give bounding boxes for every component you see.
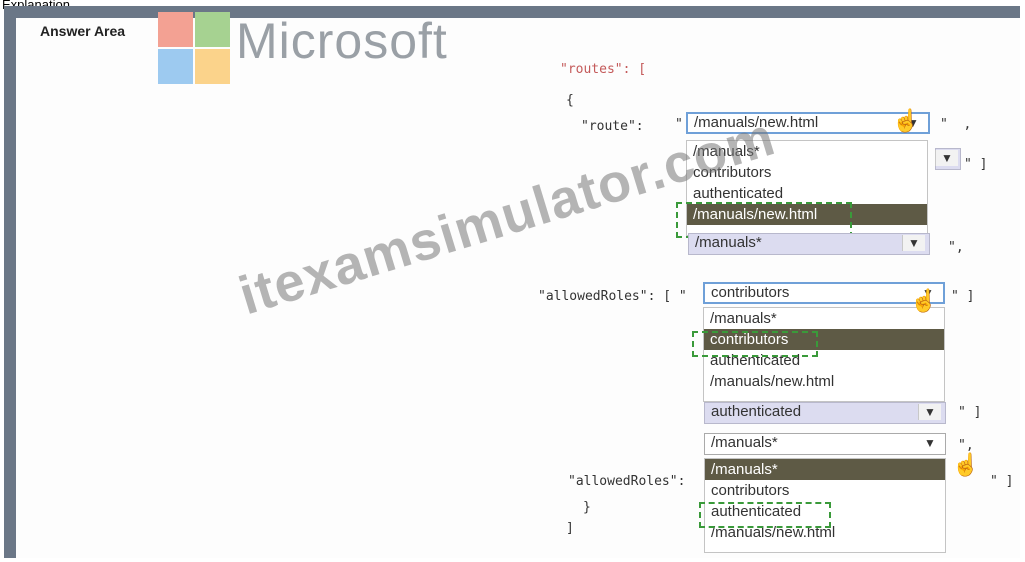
chevron-down-icon[interactable]: ▼ — [918, 404, 941, 420]
hand-cursor-icon: ☝ — [910, 288, 938, 313]
line2-close: " ] — [964, 157, 988, 172]
answer-area-label: Answer Area — [40, 23, 126, 39]
allowed-roles-1: "allowedRoles": [ " — [538, 289, 687, 304]
gray-dropdown-2[interactable]: /manuals* ▼ — [688, 233, 930, 255]
chevron-down-icon[interactable]: ▼ — [919, 435, 941, 451]
route-key: "route": — [581, 119, 644, 134]
microsoft-logo-icon — [158, 12, 230, 84]
hand-cursor-icon: ☝ — [952, 452, 980, 477]
roles-dropdown-2-value: /manuals* — [711, 434, 778, 451]
open-brace: { — [566, 93, 574, 108]
route-option-authenticated[interactable]: authenticated — [687, 183, 927, 204]
answer-highlight-2 — [692, 331, 818, 357]
roles2-option-manuals-wildcard[interactable]: /manuals* — [705, 459, 945, 480]
roles2-option-contributors[interactable]: contributors — [705, 480, 945, 501]
line3-close: ", — [948, 240, 964, 255]
allowed-roles-2-close: " ] — [990, 474, 1014, 489]
route-close: " , — [940, 117, 972, 132]
microsoft-logo-text: Microsoft — [236, 13, 448, 69]
roles-dropdown-2[interactable]: /manuals* ▼ — [704, 433, 946, 455]
chevron-down-icon[interactable]: ▼ — [902, 235, 925, 251]
close-brace: } — [583, 500, 591, 515]
line5-close: " ] — [958, 405, 982, 420]
roles-dropdown-1[interactable]: contributors ▼ — [703, 282, 945, 304]
roles1-option-manuals-new[interactable]: /manuals/new.html — [704, 371, 944, 392]
chevron-down-icon[interactable]: ▼ — [935, 150, 958, 166]
line6-close: ", — [958, 438, 974, 453]
gray-dropdown-4-value: authenticated — [711, 403, 802, 420]
hand-cursor-icon: ☝ — [892, 108, 920, 133]
routes-line: "routes": [ — [560, 62, 647, 77]
roles-dropdown-1-value: contributors — [711, 284, 790, 301]
gray-dropdown-4[interactable]: authenticated ▼ — [704, 402, 946, 424]
close-routes: ] — [566, 521, 574, 536]
hidden-dropdown-1[interactable]: ▼ — [935, 148, 961, 170]
allowed-roles-2: "allowedRoles": — [568, 474, 686, 489]
roles1-option-manuals-wildcard[interactable]: /manuals* — [704, 308, 944, 329]
answer-highlight-3 — [699, 502, 831, 528]
allowed-roles-1-close: " ] — [951, 289, 975, 304]
gray-dropdown-2-value: /manuals* — [695, 234, 762, 251]
